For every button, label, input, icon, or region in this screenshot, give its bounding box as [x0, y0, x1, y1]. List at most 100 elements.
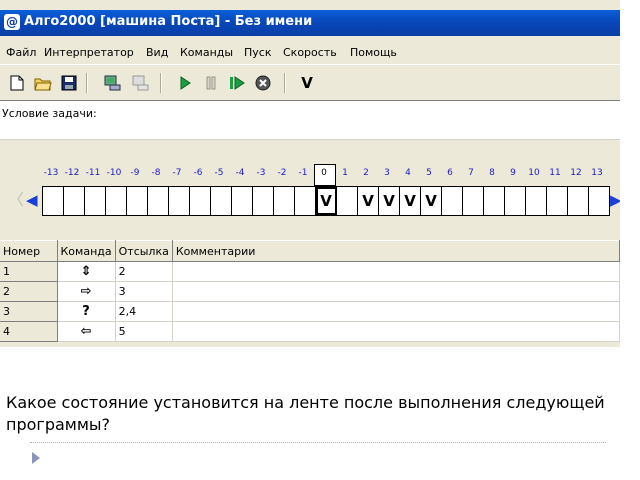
- tape-cell[interactable]: [211, 187, 232, 215]
- tape-cell[interactable]: [64, 187, 85, 215]
- tape-cell[interactable]: [526, 187, 547, 215]
- row-number[interactable]: 3: [0, 301, 58, 322]
- row-comment[interactable]: [172, 281, 620, 302]
- menu-run[interactable]: Пуск: [244, 46, 271, 59]
- row-reference[interactable]: 3: [115, 281, 173, 302]
- row-number[interactable]: 2: [0, 281, 58, 302]
- question-text: Какое состояние установится на ленте пос…: [6, 393, 605, 434]
- tape-cell[interactable]: V: [400, 187, 421, 215]
- column-header-comments[interactable]: Комментарии: [172, 240, 620, 262]
- computer-icon[interactable]: [104, 74, 122, 92]
- open-folder-icon[interactable]: [34, 74, 52, 92]
- tape-cell[interactable]: [547, 187, 568, 215]
- row-reference[interactable]: 2,4: [115, 301, 173, 322]
- title-bar[interactable]: @ Алго2000 [машина Поста] - Без имени: [0, 10, 620, 36]
- tape-position-label: 3: [384, 168, 390, 178]
- tape-cell[interactable]: [253, 187, 274, 215]
- tape-cell[interactable]: [337, 187, 358, 215]
- tape-cell[interactable]: [169, 187, 190, 215]
- row-command[interactable]: ⇦: [57, 321, 116, 342]
- tape-position-label: -12: [64, 168, 80, 178]
- tape-cell[interactable]: V: [358, 187, 379, 215]
- row-command[interactable]: ?: [57, 301, 116, 322]
- row-comment[interactable]: [172, 301, 620, 322]
- tape-cell[interactable]: [148, 187, 169, 215]
- program-row[interactable]: 2 ⇨ 3: [0, 281, 620, 302]
- tape-panel: 〈 ◀ VVVVV ▶ -13 -12 -11 -10 -9 -8 -7 -6 -5 -4 -3 -2…: [0, 140, 620, 240]
- column-header-command[interactable]: Команда: [57, 240, 116, 262]
- tape-cell[interactable]: [274, 187, 295, 215]
- tape-position-label: -3: [256, 168, 266, 178]
- tape-position-label: 12: [570, 168, 582, 178]
- task-condition-area[interactable]: Условие задачи:: [0, 100, 620, 140]
- save-icon[interactable]: [60, 74, 78, 92]
- row-command[interactable]: ⇨: [57, 281, 116, 302]
- window-title: Алго2000 [машина Поста] - Без имени: [24, 14, 313, 29]
- menu-file[interactable]: Файл: [6, 46, 36, 59]
- tape-cell[interactable]: [568, 187, 589, 215]
- tape-cell[interactable]: V: [379, 187, 400, 215]
- menu-interpreter[interactable]: Интерпретатор: [44, 46, 134, 59]
- computer-disabled-icon: [132, 74, 150, 92]
- task-condition-label: Условие задачи:: [2, 107, 97, 120]
- menu-bar: Файл Интерпретатор Вид Команды Пуск Скор…: [0, 40, 620, 64]
- tape-position-label: 9: [510, 168, 516, 178]
- program-header-row: Номер Команда Отсылка Комментарии: [0, 240, 620, 262]
- row-reference[interactable]: 5: [115, 321, 173, 342]
- tape-position-label: -8: [151, 168, 161, 178]
- tape-cell[interactable]: [43, 187, 64, 215]
- tape-cell[interactable]: [106, 187, 127, 215]
- menu-help[interactable]: Помощь: [350, 46, 397, 59]
- tape-position-label: 4: [405, 168, 411, 178]
- row-reference[interactable]: 2: [115, 261, 173, 282]
- pause-icon[interactable]: [202, 74, 220, 92]
- row-number[interactable]: 4: [0, 321, 58, 342]
- new-file-icon[interactable]: [8, 74, 26, 92]
- tape-cell[interactable]: V: [316, 187, 337, 215]
- column-header-reference[interactable]: Отсылка: [115, 240, 173, 262]
- row-comment[interactable]: [172, 321, 620, 342]
- tape-cell[interactable]: [85, 187, 106, 215]
- tape-cell[interactable]: [463, 187, 484, 215]
- tape-cell[interactable]: [589, 187, 610, 215]
- mark-icon[interactable]: V: [298, 74, 316, 92]
- tape-position-label: -4: [235, 168, 245, 178]
- tape-position-label: -5: [214, 168, 224, 178]
- scroll-far-left-icon: 〈: [8, 190, 25, 209]
- scroll-left-icon[interactable]: ◀: [26, 186, 40, 214]
- tape-cell[interactable]: [127, 187, 148, 215]
- scroll-right-icon[interactable]: ▶: [610, 186, 620, 214]
- tape: VVVVV: [42, 186, 610, 216]
- app-icon: @: [4, 14, 20, 30]
- tape-position-label: -6: [193, 168, 203, 178]
- row-command[interactable]: ⇕: [57, 261, 116, 282]
- tape-cell[interactable]: [190, 187, 211, 215]
- row-comment[interactable]: [172, 261, 620, 282]
- play-icon[interactable]: [176, 74, 194, 92]
- tape-position-label: -11: [85, 168, 101, 178]
- app-window: @ Алго2000 [машина Поста] - Без имени Фа…: [0, 0, 620, 347]
- program-row[interactable]: 1 ⇕ 2: [0, 261, 620, 282]
- menu-view[interactable]: Вид: [146, 46, 168, 59]
- program-row[interactable]: 3? 2,4: [0, 301, 620, 322]
- tape-position-label: 0: [321, 168, 327, 178]
- tape-position-label: -7: [172, 168, 182, 178]
- tape-cell[interactable]: [295, 187, 316, 215]
- menu-speed[interactable]: Скорость: [283, 46, 337, 59]
- bullet-arrow-icon: [32, 452, 40, 464]
- tape-cell[interactable]: [505, 187, 526, 215]
- tape-cell[interactable]: [484, 187, 505, 215]
- step-icon[interactable]: [228, 74, 246, 92]
- stop-icon[interactable]: [254, 74, 272, 92]
- column-header-number[interactable]: Номер: [0, 240, 58, 262]
- tape-cell[interactable]: [442, 187, 463, 215]
- tape-position-label: -9: [130, 168, 140, 178]
- row-number[interactable]: 1: [0, 261, 58, 282]
- tape-position-label: -13: [43, 168, 59, 178]
- program-row[interactable]: 4 ⇦ 5: [0, 321, 620, 342]
- tape-position-label: 11: [549, 168, 561, 178]
- tape-cell[interactable]: [232, 187, 253, 215]
- tape-cell[interactable]: V: [421, 187, 442, 215]
- menu-commands[interactable]: Команды: [180, 46, 233, 59]
- tape-position-label: -10: [106, 168, 122, 178]
